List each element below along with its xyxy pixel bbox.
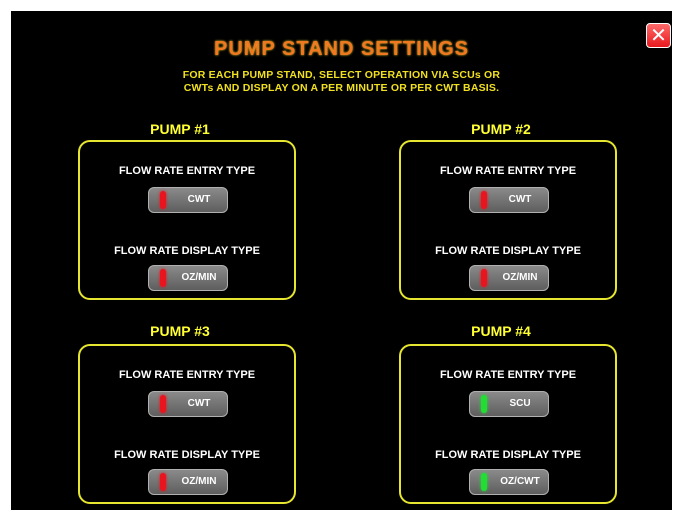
pump-3-display-indicator	[160, 473, 166, 491]
pump-2-display-type-button[interactable]: OZ/MIN	[469, 265, 549, 291]
pump-4-entry-type-button[interactable]: SCU	[469, 391, 549, 417]
pump-3-display-label: FLOW RATE DISPLAY TYPE	[114, 449, 260, 461]
pump-1-entry-value: CWT	[187, 194, 211, 205]
pump-2-entry-indicator	[481, 191, 487, 209]
subtitle-line-2: CWTs AND DISPLAY ON A PER MINUTE OR PER …	[183, 82, 500, 94]
pump-4-display-indicator	[481, 473, 487, 491]
pump-4-panel: FLOW RATE ENTRY TYPE SCU FLOW RATE DISPL…	[399, 344, 617, 504]
pump-3-entry-label: FLOW RATE ENTRY TYPE	[118, 369, 256, 381]
pump-4-title: PUMP #4	[471, 323, 531, 339]
pump-4-entry-indicator	[481, 395, 487, 413]
pump-3-display-value: OZ/MIN	[181, 476, 217, 487]
pump-1-display-type-button[interactable]: OZ/MIN	[148, 265, 228, 291]
pump-4-display-label: FLOW RATE DISPLAY TYPE	[435, 449, 581, 461]
close-button[interactable]: ✕	[646, 23, 671, 48]
pump-1-entry-label: FLOW RATE ENTRY TYPE	[118, 165, 256, 177]
page-title: PUMP STAND SETTINGS	[214, 38, 469, 60]
pump-2-entry-label: FLOW RATE ENTRY TYPE	[439, 165, 577, 177]
pump-2-display-value: OZ/MIN	[502, 272, 538, 283]
pump-1-entry-type-button[interactable]: CWT	[148, 187, 228, 213]
pump-1-display-label: FLOW RATE DISPLAY TYPE	[114, 245, 260, 257]
pump-3-entry-indicator	[160, 395, 166, 413]
pump-3-display-type-button[interactable]: OZ/MIN	[148, 469, 228, 495]
pump-1-entry-indicator	[160, 191, 166, 209]
close-icon: ✕	[650, 25, 667, 47]
pump-2-title: PUMP #2	[471, 121, 531, 137]
pump-4-display-type-button[interactable]: OZ/CWT	[469, 469, 549, 495]
pump-1-display-indicator	[160, 269, 166, 287]
pump-2-panel: FLOW RATE ENTRY TYPE CWT FLOW RATE DISPL…	[399, 140, 617, 300]
pump-3-entry-type-button[interactable]: CWT	[148, 391, 228, 417]
pump-3-entry-value: CWT	[187, 398, 211, 409]
pump-2-entry-type-button[interactable]: CWT	[469, 187, 549, 213]
subtitle-line-1: FOR EACH PUMP STAND, SELECT OPERATION VI…	[182, 69, 501, 81]
pump-2-display-label: FLOW RATE DISPLAY TYPE	[435, 245, 581, 257]
pump-4-entry-value: SCU	[509, 398, 531, 409]
pump-stand-settings-screen: PUMP STAND SETTINGS FOR EACH PUMP STAND,…	[11, 11, 672, 510]
pump-1-panel: FLOW RATE ENTRY TYPE CWT FLOW RATE DISPL…	[78, 140, 296, 300]
pump-4-display-value: OZ/CWT	[500, 476, 540, 487]
pump-4-entry-label: FLOW RATE ENTRY TYPE	[439, 369, 577, 381]
pump-3-title: PUMP #3	[150, 323, 210, 339]
pump-1-title: PUMP #1	[150, 121, 210, 137]
pump-2-display-indicator	[481, 269, 487, 287]
pump-2-entry-value: CWT	[508, 194, 532, 205]
pump-3-panel: FLOW RATE ENTRY TYPE CWT FLOW RATE DISPL…	[78, 344, 296, 504]
pump-1-display-value: OZ/MIN	[181, 272, 217, 283]
